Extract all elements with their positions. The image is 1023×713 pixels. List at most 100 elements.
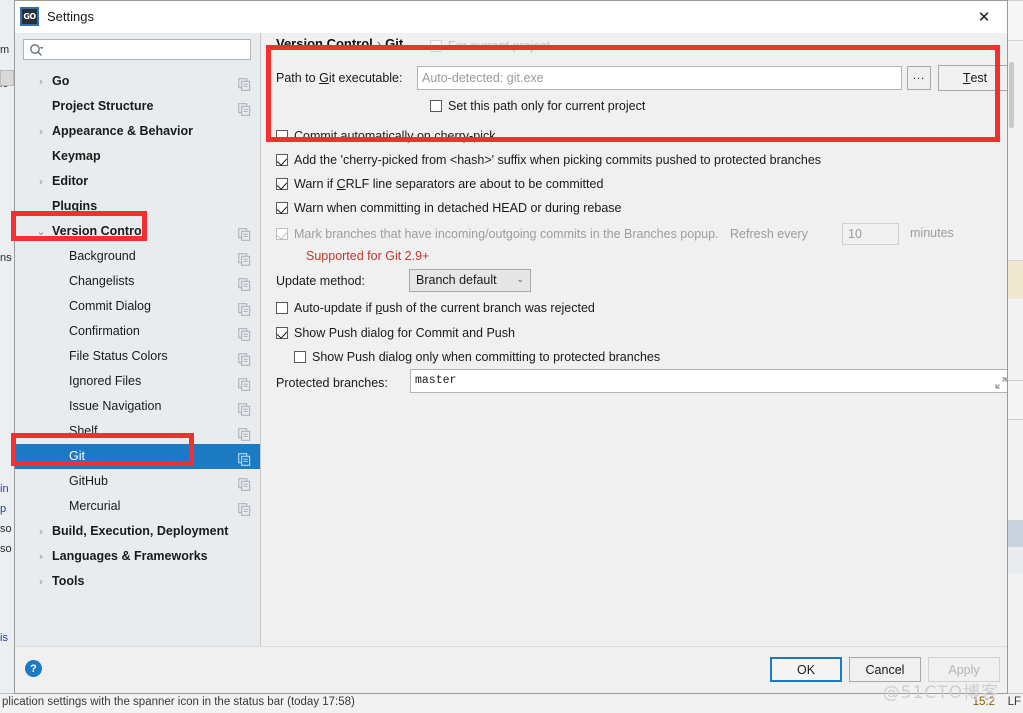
update-method-select[interactable]: Branch default ⌄ xyxy=(409,269,531,292)
copy-settings-icon[interactable] xyxy=(238,250,251,266)
warn-crlf-label-post: RLF line separators are about to be comm… xyxy=(345,177,604,191)
sidebar-item-github[interactable]: GitHub xyxy=(15,469,260,494)
close-icon[interactable]: ✕ xyxy=(961,1,1007,32)
chevron-right-icon[interactable]: › xyxy=(35,519,47,544)
sidebar-item-label: Shelf xyxy=(69,424,98,438)
warn-detached-head-label: Warn when committing in detached HEAD or… xyxy=(294,201,622,215)
sidebar-item-build-execution-deployment[interactable]: › Build, Execution, Deployment xyxy=(15,519,260,544)
sidebar-item-background[interactable]: Background xyxy=(15,244,260,269)
copy-settings-icon[interactable] xyxy=(238,225,251,241)
set-path-only-checkbox[interactable] xyxy=(430,100,442,112)
chevron-down-icon[interactable]: ⌄ xyxy=(35,219,47,244)
cherry-suffix-label: Add the 'cherry-picked from <hash>' suff… xyxy=(294,153,822,167)
show-push-dialog-checkbox[interactable] xyxy=(276,327,288,339)
sidebar-item-mercurial[interactable]: Mercurial xyxy=(15,494,260,519)
auto-update-label-pre: Auto-update if xyxy=(294,301,376,315)
cherry-suffix-row[interactable]: Add the 'cherry-picked from <hash>' suff… xyxy=(276,153,821,167)
mark-branches-checkbox[interactable] xyxy=(276,228,288,240)
sidebar-item-label: Go xyxy=(52,74,70,88)
show-push-dialog-only-label: Show Push dialog only when committing to… xyxy=(312,350,661,364)
ok-button[interactable]: OK xyxy=(770,657,842,682)
mark-branches-row[interactable]: Mark branches that have incoming/outgoin… xyxy=(276,227,808,241)
copy-settings-icon[interactable] xyxy=(238,500,251,516)
cancel-button[interactable]: Cancel xyxy=(849,657,921,682)
warn-detached-head-row[interactable]: Warn when committing in detached HEAD or… xyxy=(276,201,621,215)
ide-background-fragment: is xyxy=(0,632,8,644)
copy-settings-icon[interactable] xyxy=(238,400,251,416)
sidebar-item-label: Editor xyxy=(52,174,89,188)
refresh-interval-input[interactable]: 10 xyxy=(842,223,899,245)
breadcrumb-leaf: Git xyxy=(385,36,404,51)
sidebar-item-ignored-files[interactable]: Ignored Files xyxy=(15,369,260,394)
sidebar-item-label: Background xyxy=(69,249,136,263)
protected-branches-input[interactable]: master xyxy=(410,369,1007,393)
sidebar-item-label: Languages & Frameworks xyxy=(52,549,208,563)
sidebar-item-tools[interactable]: › Tools xyxy=(15,569,260,594)
sidebar-item-editor[interactable]: › Editor xyxy=(15,169,260,194)
sidebar-item-go[interactable]: › Go xyxy=(15,69,260,94)
chevron-right-icon[interactable]: › xyxy=(35,569,47,594)
breadcrumb-root[interactable]: Version Control xyxy=(276,36,373,51)
copy-settings-icon[interactable] xyxy=(238,425,251,441)
copy-settings-icon[interactable] xyxy=(238,275,251,291)
commit-auto-cherry-pick-checkbox[interactable] xyxy=(276,130,288,142)
search-input[interactable] xyxy=(50,42,250,59)
sidebar-item-languages-frameworks[interactable]: › Languages & Frameworks xyxy=(15,544,260,569)
ide-bg-chip xyxy=(0,70,14,86)
sidebar-item-confirmation[interactable]: Confirmation xyxy=(15,319,260,344)
sidebar-item-label: Mercurial xyxy=(69,499,121,513)
sidebar-item-issue-navigation[interactable]: Issue Navigation xyxy=(15,394,260,419)
set-path-only-checkbox-row[interactable]: Set this path only for current project xyxy=(430,99,645,113)
search-box[interactable] xyxy=(23,39,251,60)
chevron-right-icon[interactable]: › xyxy=(35,169,47,194)
sidebar-item-git[interactable]: Git xyxy=(15,444,260,469)
chevron-right-icon[interactable]: › xyxy=(35,69,47,94)
cherry-suffix-checkbox[interactable] xyxy=(276,154,288,166)
show-push-dialog-only-checkbox[interactable] xyxy=(294,351,306,363)
sidebar-item-changelists[interactable]: Changelists xyxy=(15,269,260,294)
sidebar-item-label: Ignored Files xyxy=(69,374,142,388)
refresh-every-label: Refresh every xyxy=(730,227,808,241)
sidebar-item-commit-dialog[interactable]: Commit Dialog xyxy=(15,294,260,319)
sidebar-item-appearance-behavior[interactable]: › Appearance & Behavior xyxy=(15,119,260,144)
search-icon xyxy=(29,43,44,60)
sidebar-item-label: Appearance & Behavior xyxy=(52,124,194,138)
copy-settings-icon[interactable] xyxy=(238,100,251,116)
path-to-git-label: Path to Git executable: xyxy=(276,71,403,85)
sidebar-item-keymap[interactable]: Keymap xyxy=(15,144,260,169)
warn-crlf-row[interactable]: Warn if CRLF line separators are about t… xyxy=(276,177,603,191)
warn-detached-head-checkbox[interactable] xyxy=(276,202,288,214)
copy-settings-icon[interactable] xyxy=(238,300,251,316)
copy-settings-icon[interactable] xyxy=(238,450,251,466)
expand-icon[interactable] xyxy=(995,376,1007,389)
copy-settings-icon[interactable] xyxy=(238,475,251,491)
sidebar-item-version-control[interactable]: ⌄ Version Control xyxy=(15,219,260,244)
chevron-right-icon[interactable]: › xyxy=(35,544,47,569)
browse-button[interactable]: ... xyxy=(907,66,931,90)
copy-settings-icon[interactable] xyxy=(238,375,251,391)
chevron-right-icon[interactable]: › xyxy=(35,119,47,144)
sidebar-item-project-structure[interactable]: Project Structure xyxy=(15,94,260,119)
test-button[interactable]: Test xyxy=(938,65,1007,91)
copy-settings-icon[interactable] xyxy=(238,75,251,91)
sidebar-item-file-status-colors[interactable]: File Status Colors xyxy=(15,344,260,369)
copy-settings-icon[interactable] xyxy=(238,350,251,366)
warn-crlf-checkbox[interactable] xyxy=(276,178,288,190)
sidebar-item-plugins[interactable]: Plugins xyxy=(15,194,260,219)
auto-update-checkbox[interactable] xyxy=(276,302,288,314)
for-current-project-checkbox[interactable] xyxy=(430,40,442,52)
commit-auto-cherry-pick-row[interactable]: Commit automatically on cherry-pick xyxy=(276,129,495,143)
help-icon[interactable]: ? xyxy=(25,660,42,677)
sidebar-item-label: Keymap xyxy=(52,149,101,163)
for-current-project-checkbox-row[interactable]: For current project xyxy=(430,39,550,53)
copy-settings-icon[interactable] xyxy=(238,325,251,341)
dialog-title: Settings xyxy=(47,9,94,24)
sidebar-item-shelf[interactable]: Shelf xyxy=(15,419,260,444)
show-push-dialog-row[interactable]: Show Push dialog for Commit and Push xyxy=(276,326,515,340)
auto-update-row[interactable]: Auto-update if push of the current branc… xyxy=(276,301,595,315)
show-push-dialog-only-row[interactable]: Show Push dialog only when committing to… xyxy=(294,350,660,364)
warn-crlf-label-pre: Warn if xyxy=(294,177,337,191)
ide-scrollbar-thumb[interactable] xyxy=(1009,62,1014,128)
path-label-pre: Path to xyxy=(276,71,320,85)
git-executable-path-input[interactable]: Auto-detected: git.exe xyxy=(417,66,902,90)
